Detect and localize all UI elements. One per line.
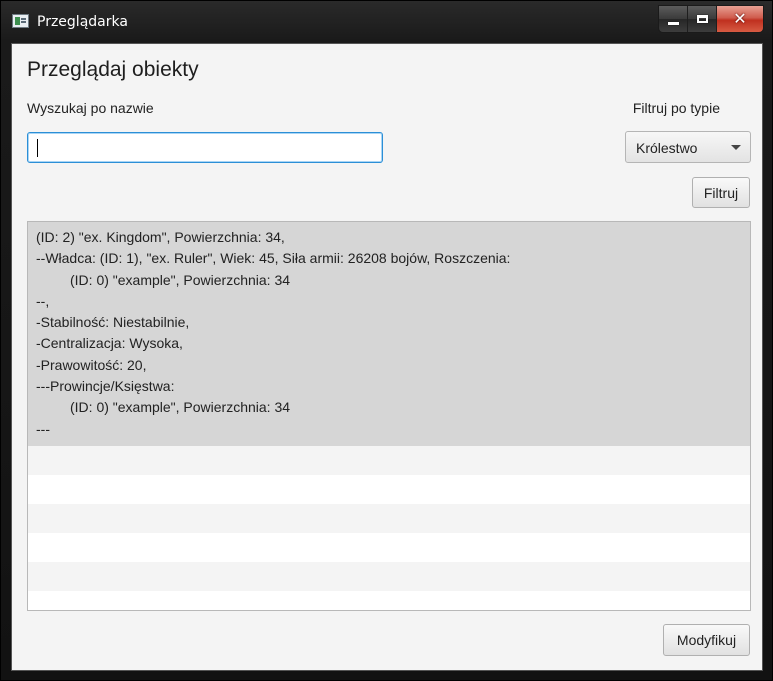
filter-button[interactable]: Filtruj [692, 177, 750, 208]
app-window-icon [12, 14, 29, 28]
item-line: -Stabilność: Niestabilnie, [36, 314, 190, 331]
list-item-empty[interactable] [28, 445, 750, 475]
item-line: --, [36, 292, 50, 309]
window-controls: ✕ [658, 5, 764, 33]
list-item-empty[interactable] [28, 561, 750, 591]
list-item-selected[interactable]: (ID: 2) "ex. Kingdom", Powierzchnia: 34,… [28, 222, 750, 446]
window-title: Przeglądarka [37, 14, 128, 30]
item-line: (ID: 2) "ex. Kingdom", Powierzchnia: 34, [36, 229, 285, 245]
list-item-empty[interactable] [28, 532, 750, 562]
item-line: --- [36, 420, 50, 437]
close-button[interactable]: ✕ [717, 6, 763, 32]
type-filter-select[interactable]: Królestwo [625, 131, 751, 163]
maximize-icon [696, 15, 708, 23]
client-area: Przeglądaj obiekty Wyszukaj po nazwie Fi… [11, 43, 763, 671]
text-caret [37, 139, 38, 157]
search-input[interactable] [27, 132, 383, 163]
close-icon: ✕ [733, 9, 747, 28]
title-bar[interactable]: Przeglądarka ✕ [1, 1, 772, 41]
item-line: (ID: 0) "example", Powierzchnia: 34 [70, 399, 291, 416]
item-line: --Władca: (ID: 1), "ex. Ruler", Wiek: 45… [36, 250, 511, 267]
filter-label: Filtruj po typie [632, 100, 720, 116]
type-filter-value: Królestwo [636, 140, 698, 156]
objects-list[interactable]: (ID: 2) "ex. Kingdom", Powierzchnia: 34,… [27, 221, 751, 611]
modify-button[interactable]: Modyfikuj [663, 624, 750, 656]
list-item-empty[interactable] [28, 590, 750, 610]
list-item-empty[interactable] [28, 474, 750, 504]
page-title: Przeglądaj obiekty [27, 58, 199, 81]
list-item-empty[interactable] [28, 503, 750, 533]
chevron-down-icon [731, 145, 741, 150]
window-frame: Przeglądarka ✕ Przeglądaj obiekty Wyszuk… [0, 0, 773, 681]
item-line: ---Prowincje/Księstwa: [36, 378, 175, 395]
minimize-icon [667, 22, 679, 25]
item-line: -Prawowitość: 20, [36, 356, 147, 373]
maximize-button[interactable] [688, 6, 717, 32]
minimize-button[interactable] [659, 6, 688, 32]
item-line: -Centralizacja: Wysoka, [36, 335, 183, 352]
search-label: Wyszukaj po nazwie [27, 100, 154, 116]
item-line: (ID: 0) "example", Powierzchnia: 34 [70, 271, 291, 288]
